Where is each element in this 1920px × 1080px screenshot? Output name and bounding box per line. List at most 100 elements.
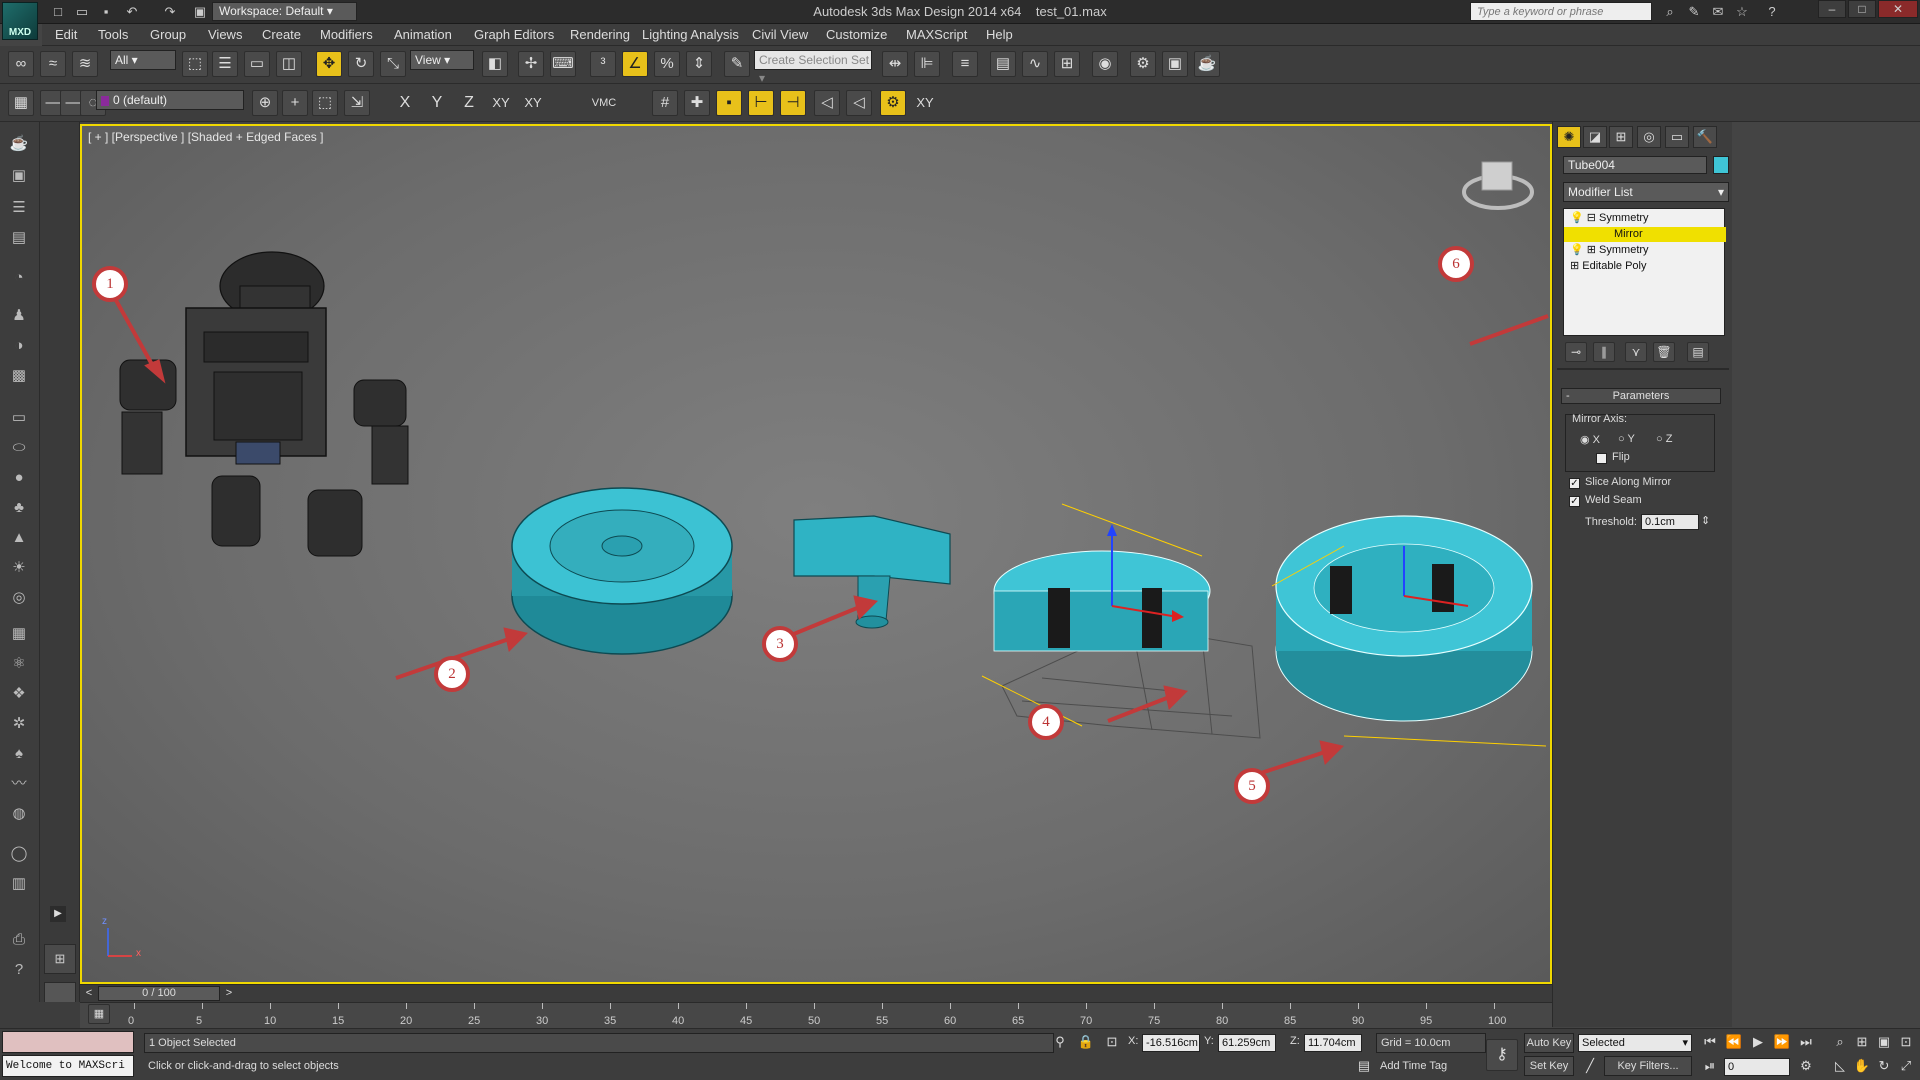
shrub-icon[interactable]: ♣ xyxy=(6,496,32,520)
set-key-icon[interactable]: ⚷ xyxy=(1486,1039,1518,1071)
axis-z-radio[interactable]: ○ Z xyxy=(1656,433,1672,445)
field-of-view-icon[interactable]: ◺ xyxy=(1830,1057,1850,1075)
show-end-result-icon[interactable]: ∥ xyxy=(1593,342,1615,362)
mirror-icon[interactable]: ⇹ xyxy=(882,51,908,77)
close-button[interactable]: ✕ xyxy=(1878,0,1918,18)
plant-icon[interactable]: ♠ xyxy=(6,742,32,766)
hierarchy-tab-icon[interactable]: ⊞ xyxy=(1609,126,1633,148)
snap-perpendicular-icon[interactable]: ◁ xyxy=(846,90,872,116)
maximize-button[interactable]: □ xyxy=(1848,0,1876,18)
next-frame-arrow[interactable]: > xyxy=(222,987,236,999)
project-folder-icon[interactable]: ▣ xyxy=(190,3,210,21)
gear-cluster-icon[interactable]: ✲ xyxy=(6,712,32,736)
snap-grid-icon[interactable]: # xyxy=(652,90,678,116)
absolute-mode-icon[interactable]: ⊡ xyxy=(1102,1033,1122,1051)
constrain-z-button[interactable]: Z xyxy=(458,90,480,116)
object-color-swatch[interactable] xyxy=(1713,156,1729,174)
select-and-scale-icon[interactable]: ⤡ xyxy=(380,51,406,77)
next-frame-icon[interactable]: ⏩ xyxy=(1772,1033,1792,1051)
motion-tab-icon[interactable]: ◎ xyxy=(1637,126,1661,148)
keyboard-shortcut-override-icon[interactable]: ⌨ xyxy=(550,51,576,77)
printer-icon[interactable]: ⎙ xyxy=(6,928,32,952)
redo-icon[interactable]: ↷ xyxy=(160,3,180,21)
list-panel-icon[interactable]: ☰ xyxy=(6,196,32,220)
constrain-xy-magnet-button[interactable]: XY xyxy=(522,90,544,116)
teapot-icon[interactable]: ☕ xyxy=(6,132,32,156)
cone-icon[interactable]: ▲ xyxy=(6,526,32,550)
menu-group[interactable]: Group xyxy=(150,27,186,42)
menu-customize[interactable]: Customize xyxy=(826,27,887,42)
orbit-icon[interactable]: ↻ xyxy=(1874,1057,1894,1075)
time-tag-icon[interactable]: ▤ xyxy=(1354,1057,1374,1075)
calculator-icon[interactable]: ▥ xyxy=(6,872,32,896)
select-and-move-icon[interactable]: ✥ xyxy=(316,51,342,77)
play-icon[interactable]: ▶ xyxy=(1748,1033,1768,1051)
modifier-stack[interactable]: 💡 ⊟ Symmetry Mirror 💡 ⊞ Symmetry ⊞ Edita… xyxy=(1563,208,1726,336)
key-mode-toggle-icon[interactable]: ⏯ xyxy=(1700,1057,1720,1075)
flip-checkbox[interactable] xyxy=(1596,453,1607,464)
search-input[interactable]: Type a keyword or phrase xyxy=(1470,2,1652,21)
schematic-view-icon[interactable]: ⊞ xyxy=(1054,51,1080,77)
sound-icon[interactable]: ◑ xyxy=(6,334,32,358)
workspace-dropdown[interactable]: Workspace: Default ▾ xyxy=(212,2,357,21)
menu-graph-editors[interactable]: Graph Editors xyxy=(474,27,554,42)
graphite-ribbon-icon[interactable]: ▤ xyxy=(990,51,1016,77)
snaps-toggle-icon[interactable]: ³ xyxy=(590,51,616,77)
play-viewport-icon[interactable]: ▶ xyxy=(50,906,66,922)
time-slider[interactable]: < 0 / 100 > xyxy=(80,984,1552,1002)
maxscript-listener-top[interactable] xyxy=(2,1031,134,1053)
reference-coordinate-dropdown[interactable]: View ▾ xyxy=(410,50,474,70)
minimize-button[interactable]: – xyxy=(1818,0,1846,18)
go-to-end-icon[interactable]: ⏭ xyxy=(1796,1033,1816,1051)
axis-y-radio[interactable]: ○ Y xyxy=(1618,433,1635,445)
go-to-start-icon[interactable]: ⏮ xyxy=(1700,1033,1720,1051)
menu-civil-view[interactable]: Civil View xyxy=(752,27,808,42)
render-setup-icon[interactable]: ⚙ xyxy=(1130,51,1156,77)
material-editor-icon[interactable]: ◉ xyxy=(1092,51,1118,77)
edit-named-selection-icon[interactable]: ✎ xyxy=(724,51,750,77)
named-selection-dropdown[interactable]: Create Selection Set ▾ xyxy=(754,50,872,85)
auto-key-button[interactable]: Auto Key xyxy=(1524,1033,1574,1053)
stack-item-editable-poly[interactable]: ⊞ Editable Poly xyxy=(1564,259,1726,274)
time-slider-thumb[interactable]: 0 / 100 xyxy=(98,986,220,1001)
menu-create[interactable]: Create xyxy=(262,27,301,42)
robot-model[interactable] xyxy=(119,251,409,557)
layer-manager-icon[interactable]: ≡ xyxy=(952,51,978,77)
binoculars-icon[interactable]: ⌕ xyxy=(1660,3,1680,21)
x-coordinate-field[interactable]: -16.516cm xyxy=(1142,1034,1200,1052)
layer-dropdown[interactable]: 0 (default) xyxy=(96,90,244,110)
open-folder-icon[interactable]: ▭ xyxy=(72,3,92,21)
y-coordinate-field[interactable]: 61.259cm xyxy=(1218,1034,1276,1052)
constrain-xy-button[interactable]: XY xyxy=(490,90,512,116)
select-and-rotate-icon[interactable]: ↻ xyxy=(348,51,374,77)
key-filters-button[interactable]: Key Filters... xyxy=(1604,1056,1692,1076)
stack-item-mirror[interactable]: Mirror xyxy=(1564,227,1726,242)
menu-edit[interactable]: Edit xyxy=(55,27,77,42)
snap-xy-button[interactable]: XY xyxy=(914,90,936,116)
help-icon[interactable]: ? xyxy=(1762,3,1782,21)
select-object-icon[interactable]: ⬚ xyxy=(182,51,208,77)
menu-views[interactable]: Views xyxy=(208,27,242,42)
constrain-y-button[interactable]: Y xyxy=(426,90,448,116)
select-objects-in-layer-icon[interactable]: ⬚ xyxy=(312,90,338,116)
track-bar[interactable]: 0 5 10 15 20 25 30 35 40 45 50 55 60 65 70 75 80 85 90 95 10… xyxy=(80,1002,1552,1028)
add-time-tag-button[interactable]: Add Time Tag xyxy=(1380,1060,1447,1072)
menu-tools[interactable]: Tools xyxy=(98,27,128,42)
light-icon[interactable]: ◔ xyxy=(6,266,32,290)
snap-options-gear-icon[interactable]: ⚙ xyxy=(880,90,906,116)
bulb-icon[interactable]: 💡 xyxy=(1570,244,1584,256)
render-sphere-icon[interactable]: ◯ xyxy=(6,842,32,866)
align-icon[interactable]: ⊫ xyxy=(914,51,940,77)
zoom-all-icon[interactable]: ⊞ xyxy=(1852,1033,1872,1051)
plane-icon[interactable]: ▭ xyxy=(6,406,32,430)
perspective-viewport[interactable]: [ + ] [Perspective ] [Shaded + Edged Fac… xyxy=(80,124,1552,984)
weld-seam-checkbox[interactable]: ✓ xyxy=(1569,496,1580,507)
remove-modifier-icon[interactable]: 🗑 xyxy=(1653,342,1675,362)
stack-item-symmetry-top[interactable]: 💡 ⊟ Symmetry xyxy=(1564,211,1726,226)
sliced-wheel-selected[interactable] xyxy=(981,503,1261,739)
film-icon[interactable]: ▩ xyxy=(6,364,32,388)
sphere-icon[interactable]: ● xyxy=(6,466,32,490)
previous-frame-icon[interactable]: ⏪ xyxy=(1724,1033,1744,1051)
set-current-layer-icon[interactable]: ⇲ xyxy=(344,90,370,116)
parameters-rollout-header[interactable]: - Parameters xyxy=(1561,388,1721,404)
